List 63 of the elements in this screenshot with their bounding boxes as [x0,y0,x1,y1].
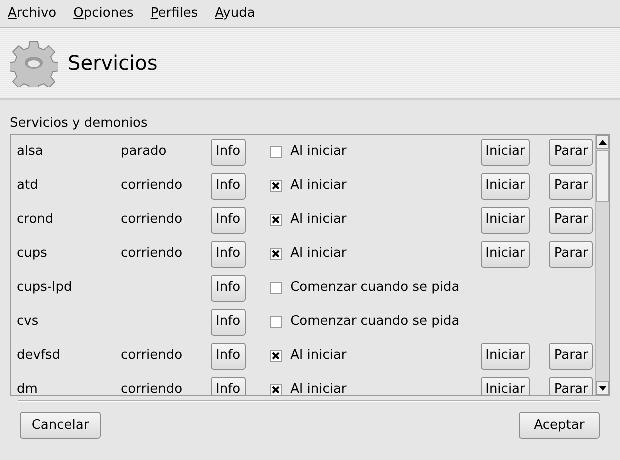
start-button[interactable]: Iniciar [480,206,530,234]
service-name: crond [16,211,55,230]
stop-button[interactable]: Parar [549,342,594,370]
checkbox[interactable] [270,282,282,294]
gear-icon [10,39,58,87]
service-status: corriendo [121,211,184,230]
checkbox[interactable] [270,214,282,226]
checkbox-label: Comenzar cuando se pida [290,313,461,332]
info-button[interactable]: Info [211,172,246,200]
checkbox-label: Al iniciar [290,211,348,230]
checkbox[interactable] [270,248,282,260]
service-name: cups-lpd [16,279,74,298]
checkbox-label: Al iniciar [290,143,348,162]
info-button[interactable]: Info [211,206,246,234]
service-status: corriendo [121,381,184,395]
info-button[interactable]: Info [211,308,246,336]
checkbox-label: Al iniciar [290,347,348,366]
service-status: corriendo [121,245,184,264]
checkbox[interactable] [270,180,282,192]
info-button[interactable]: Info [211,240,246,268]
checkbox[interactable] [270,316,282,328]
scrollbar[interactable] [596,135,609,395]
checkbox[interactable] [270,350,282,362]
service-name: cvs [16,313,40,332]
checkbox-label: Al iniciar [290,177,348,196]
info-button[interactable]: Info [211,376,246,395]
checkbox-label: Al iniciar [290,381,348,395]
accept-button[interactable]: Aceptar [519,412,600,439]
up-arrow-icon[interactable] [598,140,606,144]
info-button[interactable]: Info [211,342,246,370]
service-name: atd [16,177,40,196]
stop-button[interactable]: Parar [549,138,594,166]
start-button[interactable]: Iniciar [480,172,530,200]
start-button[interactable]: Iniciar [480,342,530,370]
stop-button[interactable]: Parar [549,240,594,268]
stop-button[interactable]: Parar [549,376,594,395]
service-name: dm [16,381,39,395]
service-name: alsa [16,143,44,162]
cancel-button[interactable]: Cancelar [20,412,101,439]
down-arrow-icon[interactable] [598,386,606,390]
page-title: Servicios [68,50,158,77]
info-button[interactable]: Info [211,274,246,302]
checkbox-label: Al iniciar [290,245,348,264]
group-title: Servicios y demonios [10,116,149,131]
start-button[interactable]: Iniciar [480,138,530,166]
info-button[interactable]: Info [211,138,246,166]
checkbox[interactable] [270,146,282,158]
menu-item[interactable]: Perfiles [150,4,198,24]
service-status: parado [121,143,168,162]
menu-item[interactable]: Ayuda [215,4,256,24]
service-status: corriendo [121,347,184,366]
menu-item[interactable]: Archivo [8,4,57,24]
service-status: corriendo [121,177,184,196]
checkbox-label: Comenzar cuando se pida [290,279,461,298]
scroll-thumb[interactable] [596,150,609,202]
stop-button[interactable]: Parar [549,206,594,234]
service-name: devfsd [16,347,62,366]
start-button[interactable]: Iniciar [480,240,530,268]
checkbox[interactable] [270,384,282,395]
start-button[interactable]: Iniciar [480,376,530,395]
stop-button[interactable]: Parar [549,172,594,200]
menu-item[interactable]: Opciones [74,4,134,24]
service-name: cups [16,245,48,264]
